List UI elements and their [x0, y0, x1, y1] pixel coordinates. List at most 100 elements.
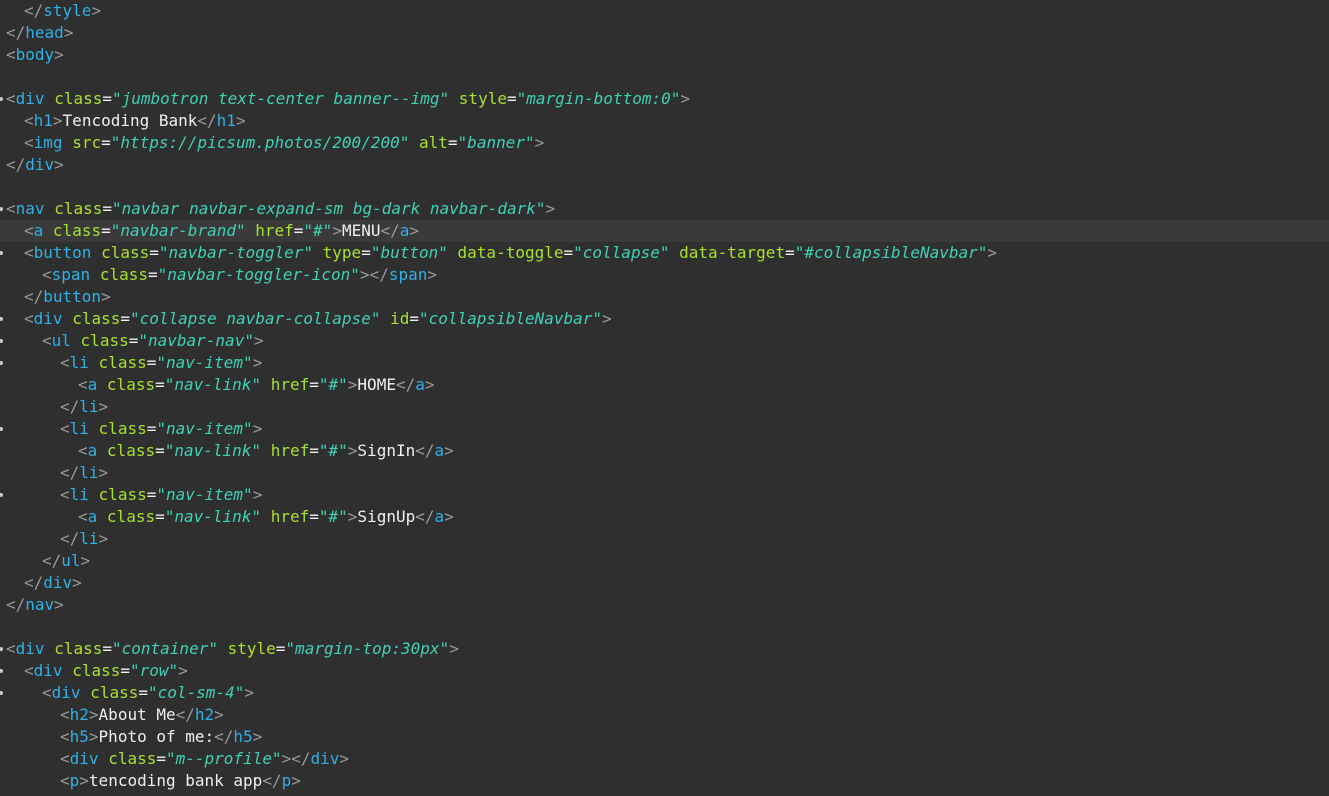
code-token-punc: > — [178, 661, 188, 680]
code-token-punc: > — [424, 375, 435, 394]
code-line[interactable]: <a class="navbar-brand" href="#">MENU</a… — [0, 220, 1329, 242]
code-line[interactable]: <div class="container" style="margin-top… — [0, 638, 1329, 660]
code-token-punc: </ — [60, 397, 80, 416]
code-line[interactable]: <div class="row"> — [0, 660, 1329, 682]
code-line[interactable]: <div class="m--profile"></div> — [0, 748, 1329, 770]
code-line[interactable]: </button> — [0, 286, 1329, 308]
code-token-eq: = — [102, 639, 112, 658]
code-token-attr: style — [227, 639, 276, 658]
code-line[interactable]: <p>tencoding bank app</p> — [0, 770, 1329, 792]
fold-gutter — [0, 242, 6, 264]
code-token-punc: < — [60, 749, 70, 768]
fold-marker-icon[interactable] — [0, 207, 3, 211]
code-token-tag: a — [434, 441, 445, 460]
code-token-punc: > — [98, 397, 109, 416]
code-line[interactable]: <h2>About Me</h2> — [0, 704, 1329, 726]
code-line[interactable]: </div> — [0, 154, 1329, 176]
code-token-punc: > — [244, 683, 254, 702]
fold-gutter — [0, 264, 6, 286]
code-token-tag: ul — [51, 331, 71, 350]
code-token-str: "#" — [318, 441, 348, 460]
fold-gutter — [0, 0, 6, 22]
code-line[interactable]: <ul class="navbar-nav"> — [0, 330, 1329, 352]
code-token-attr: data-target — [679, 243, 786, 262]
code-line[interactable]: <h5>Photo of me:</h5> — [0, 726, 1329, 748]
fold-marker-icon[interactable] — [0, 647, 3, 651]
code-token-punc: </ — [6, 155, 26, 174]
code-line[interactable]: <a class="nav-link" href="#">SignUp</a> — [0, 506, 1329, 528]
code-line[interactable]: </head> — [0, 22, 1329, 44]
code-line[interactable]: <li class="nav-item"> — [0, 352, 1329, 374]
fold-marker-icon[interactable] — [0, 691, 3, 695]
code-line[interactable]: <div class="collapse navbar-collapse" id… — [0, 308, 1329, 330]
code-token-eq: = — [409, 309, 419, 328]
code-token-tag: a — [33, 221, 44, 240]
code-line[interactable]: </ul> — [0, 550, 1329, 572]
code-token-tag: div — [51, 683, 81, 702]
code-line[interactable]: <span class="navbar-toggler-icon"></span… — [0, 264, 1329, 286]
code-line[interactable]: </li> — [0, 462, 1329, 484]
code-line[interactable]: <img src="https://picsum.photos/200/200"… — [0, 132, 1329, 154]
fold-marker-icon[interactable] — [0, 427, 3, 431]
code-text: </div> — [24, 572, 82, 594]
code-line[interactable]: <a class="nav-link" href="#">HOME</a> — [0, 374, 1329, 396]
fold-marker-icon[interactable] — [0, 339, 3, 343]
code-text: <p>tencoding bank app</p> — [60, 770, 301, 792]
code-token-attr: class — [99, 265, 148, 284]
code-token-punc: </ — [6, 23, 26, 42]
code-token-tag: body — [15, 45, 55, 64]
fold-gutter — [0, 396, 6, 418]
code-line[interactable]: <button class="navbar-toggler" type="but… — [0, 242, 1329, 264]
code-line[interactable]: <body> — [0, 44, 1329, 66]
code-token-punc: < — [6, 89, 16, 108]
fold-gutter — [0, 418, 6, 440]
fold-marker-icon[interactable] — [0, 97, 3, 101]
code-text: </ul> — [42, 550, 90, 572]
code-line[interactable] — [0, 616, 1329, 638]
code-line[interactable]: <div class="jumbotron text-center banner… — [0, 88, 1329, 110]
code-text: <div class="collapse navbar-collapse" id… — [24, 308, 612, 330]
code-line[interactable]: </li> — [0, 396, 1329, 418]
fold-marker-icon[interactable] — [0, 317, 3, 321]
code-token-attr: href — [255, 221, 294, 240]
code-token-eq: = — [138, 683, 148, 702]
code-token-attr: class — [108, 749, 157, 768]
code-token-tag: div — [25, 155, 55, 174]
code-token-punc: </ — [415, 441, 435, 460]
code-token-eq: = — [275, 639, 286, 658]
fold-gutter — [0, 66, 6, 88]
code-line[interactable]: </nav> — [0, 594, 1329, 616]
fold-marker-icon[interactable] — [0, 669, 3, 673]
fold-marker-icon[interactable] — [0, 361, 3, 365]
code-token-attr: href — [270, 375, 310, 394]
code-line[interactable]: </li> — [0, 528, 1329, 550]
code-line[interactable]: </style> — [0, 0, 1329, 22]
code-editor[interactable]: </style> </head> <body> <div class="jumbotr… — [0, 0, 1329, 796]
code-line[interactable]: <a class="nav-link" href="#">SignIn</a> — [0, 440, 1329, 462]
code-line[interactable] — [0, 66, 1329, 88]
code-line[interactable]: <div class="col-sm-4"> — [0, 682, 1329, 704]
code-token-punc: > — [347, 375, 358, 394]
code-line[interactable]: </div> — [0, 572, 1329, 594]
code-token-punc: > — [347, 507, 358, 526]
fold-marker-icon[interactable] — [0, 493, 3, 497]
code-token-txt: SignUp — [357, 507, 416, 526]
fold-gutter — [0, 132, 6, 154]
code-token-tag: div — [43, 573, 73, 592]
code-token-tag: li — [79, 463, 99, 482]
fold-marker-icon[interactable] — [0, 251, 3, 255]
code-text: </li> — [60, 396, 108, 418]
code-line[interactable]: <li class="nav-item"> — [0, 418, 1329, 440]
code-line[interactable]: <nav class="navbar navbar-expand-sm bg-d… — [0, 198, 1329, 220]
code-token-str: "navbar-toggler-icon" — [157, 265, 360, 284]
code-token-tag: span — [51, 265, 91, 284]
code-token-punc: > — [534, 133, 545, 152]
code-line[interactable]: <h1>Tencoding Bank</h1> — [0, 110, 1329, 132]
code-token-punc: > — [101, 287, 111, 306]
code-line[interactable] — [0, 176, 1329, 198]
code-token-punc: < — [24, 243, 34, 262]
code-line[interactable]: <li class="nav-item"> — [0, 484, 1329, 506]
